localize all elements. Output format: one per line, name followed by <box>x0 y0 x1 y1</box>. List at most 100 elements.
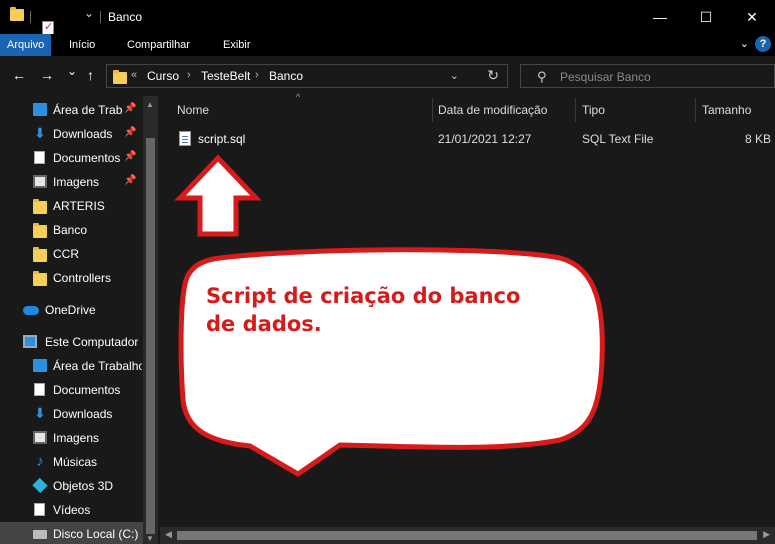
disk-icon <box>33 530 47 539</box>
pin-icon: 📌 <box>124 127 137 138</box>
cloud-icon <box>23 306 39 315</box>
annotation-callout-text: Script de criação do banco de dados. <box>206 284 521 336</box>
sidebar-item-label: Músicas <box>53 455 98 469</box>
breadcrumb-curso[interactable]: Curso <box>147 69 179 83</box>
file-size: 8 KB <box>745 132 772 146</box>
desktop-icon <box>33 359 47 372</box>
folder-icon <box>33 199 47 214</box>
breadcrumb-banco[interactable]: Banco <box>269 69 303 83</box>
quick-access-dropdown-icon[interactable]: ⌄ <box>84 6 94 20</box>
file-row[interactable]: script.sql 21/01/2021 12:27 SQL Text Fil… <box>174 128 775 150</box>
image-icon <box>33 431 47 444</box>
address-dropdown-icon[interactable]: ⌄ <box>450 69 459 82</box>
sidebar-item-onedrive[interactable]: OneDrive <box>0 298 156 322</box>
sidebar-item-documentos[interactable]: Documentos <box>0 378 156 402</box>
sidebar-item-controllers[interactable]: Controllers <box>0 266 156 290</box>
music-icon: ♪ <box>36 453 44 470</box>
file-modified: 21/01/2021 12:27 <box>438 132 532 146</box>
sidebar-item-label: Vídeos <box>53 503 91 517</box>
sidebar-item-label: OneDrive <box>45 303 96 317</box>
sidebar-item-label: Documentos <box>53 383 121 397</box>
sidebar-item-label: Imagens <box>53 175 100 189</box>
image-icon <box>33 175 47 188</box>
tab-inicio[interactable]: Início <box>69 34 95 56</box>
sidebar-item-label: CCR <box>53 247 79 261</box>
sidebar-item-label: Este Computador <box>45 335 139 349</box>
sidebar-item-label: Imagens <box>53 431 100 445</box>
column-divider[interactable] <box>575 98 576 122</box>
sidebar-item-imagens[interactable]: Imagens <box>0 426 156 450</box>
sort-ascending-icon: ^ <box>296 92 301 102</box>
sidebar-item-label: Controllers <box>53 271 112 285</box>
sidebar-item-downloads-pinned[interactable]: ⬇ Downloads 📌 <box>0 122 156 146</box>
column-header-size[interactable]: Tamanho <box>702 103 751 117</box>
pin-icon: 📌 <box>124 103 137 114</box>
scroll-right-icon[interactable]: ▶ <box>763 529 770 540</box>
recent-locations-button[interactable]: ⌄ <box>67 64 77 78</box>
help-icon[interactable]: ? <box>755 36 771 52</box>
sidebar-item-arteris[interactable]: ARTERIS <box>0 194 156 218</box>
sidebar-item-label: Banco <box>53 223 88 237</box>
sidebar-item-ccr[interactable]: CCR <box>0 242 156 266</box>
tab-exibir[interactable]: Exibir <box>223 34 251 56</box>
column-header-name[interactable]: Nome <box>177 103 209 117</box>
breadcrumb-separator[interactable]: › <box>187 69 191 81</box>
title-bar: ⌄ Banco — ☐ ✕ <box>0 0 775 49</box>
folder-icon <box>113 70 127 84</box>
scroll-up-icon[interactable]: ▲ <box>146 100 154 109</box>
back-button[interactable]: ← <box>12 67 26 83</box>
computer-icon <box>23 335 37 348</box>
refresh-button[interactable]: ↻ <box>487 67 499 84</box>
search-input[interactable]: ⚲ Pesquisar Banco <box>520 64 775 88</box>
sidebar-item-label: Objetos 3D <box>53 479 114 493</box>
column-divider[interactable] <box>432 98 433 122</box>
scrollbar-thumb[interactable] <box>177 531 757 540</box>
expand-ribbon-icon[interactable]: ⌄ <box>740 37 749 50</box>
sidebar-item-documentos-pinned[interactable]: Documentos 📌 <box>0 146 156 170</box>
desktop-icon <box>33 103 47 116</box>
divider <box>30 11 31 23</box>
sidebar-item-musicas[interactable]: ♪ Músicas <box>0 450 156 474</box>
sidebar-item-downloads[interactable]: ⬇ Downloads <box>0 402 156 426</box>
breadcrumb-testebelt[interactable]: TesteBelt <box>201 69 250 83</box>
overflow-icon[interactable]: « <box>131 69 137 81</box>
sidebar-item-este-computador[interactable]: Este Computador <box>0 330 156 354</box>
breadcrumb-separator[interactable]: › <box>255 69 259 81</box>
sidebar-item-objetos-3d[interactable]: Objetos 3D <box>0 474 156 498</box>
address-bar[interactable]: « Curso › TesteBelt › Banco ⌄ ↻ <box>106 64 508 88</box>
properties-icon[interactable] <box>42 20 54 35</box>
file-name[interactable]: script.sql <box>198 132 245 146</box>
close-button[interactable]: ✕ <box>729 0 775 34</box>
column-header-modified[interactable]: Data de modificação <box>438 103 547 117</box>
sidebar-item-area-de-trabalho[interactable]: Área de Trabalho <box>0 354 156 378</box>
folder-icon <box>33 247 47 262</box>
sidebar-item-imagens-pinned[interactable]: Imagens 📌 <box>0 170 156 194</box>
column-header-type[interactable]: Tipo <box>582 103 605 117</box>
sidebar-item-area-de-trabalho-pinned[interactable]: Área de Traba 📌 <box>0 98 156 122</box>
sidebar-scrollbar[interactable]: ▲ ▼ <box>143 96 158 544</box>
maximize-button[interactable]: ☐ <box>683 0 729 34</box>
sidebar-item-label: Documentos <box>53 151 121 165</box>
download-icon: ⬇ <box>34 125 46 141</box>
sidebar-item-label: Downloads <box>53 407 113 421</box>
document-icon <box>34 151 45 164</box>
tab-arquivo[interactable]: Arquivo <box>0 34 52 56</box>
scroll-down-icon[interactable]: ▼ <box>146 534 154 543</box>
pin-icon: 📌 <box>124 175 137 186</box>
sidebar-item-label: Downloads <box>53 127 113 141</box>
scroll-left-icon[interactable]: ◀ <box>165 529 172 540</box>
3d-objects-icon <box>32 477 48 494</box>
sidebar-item-banco[interactable]: Banco <box>0 218 156 242</box>
sidebar-item-disco-local[interactable]: Disco Local (C:) <box>0 522 156 544</box>
up-button[interactable]: ↑ <box>87 67 94 83</box>
sidebar-item-videos[interactable]: Vídeos <box>0 498 156 522</box>
minimize-button[interactable]: — <box>637 0 683 34</box>
forward-button[interactable]: → <box>40 67 54 83</box>
folder-icon <box>33 271 47 286</box>
horizontal-scrollbar[interactable]: ◀ ▶ <box>160 527 775 544</box>
column-divider[interactable] <box>695 98 696 122</box>
file-type: SQL Text File <box>582 132 654 146</box>
divider <box>100 11 101 23</box>
tab-compartilhar[interactable]: Compartilhar <box>127 34 190 56</box>
scrollbar-thumb[interactable] <box>146 138 155 534</box>
